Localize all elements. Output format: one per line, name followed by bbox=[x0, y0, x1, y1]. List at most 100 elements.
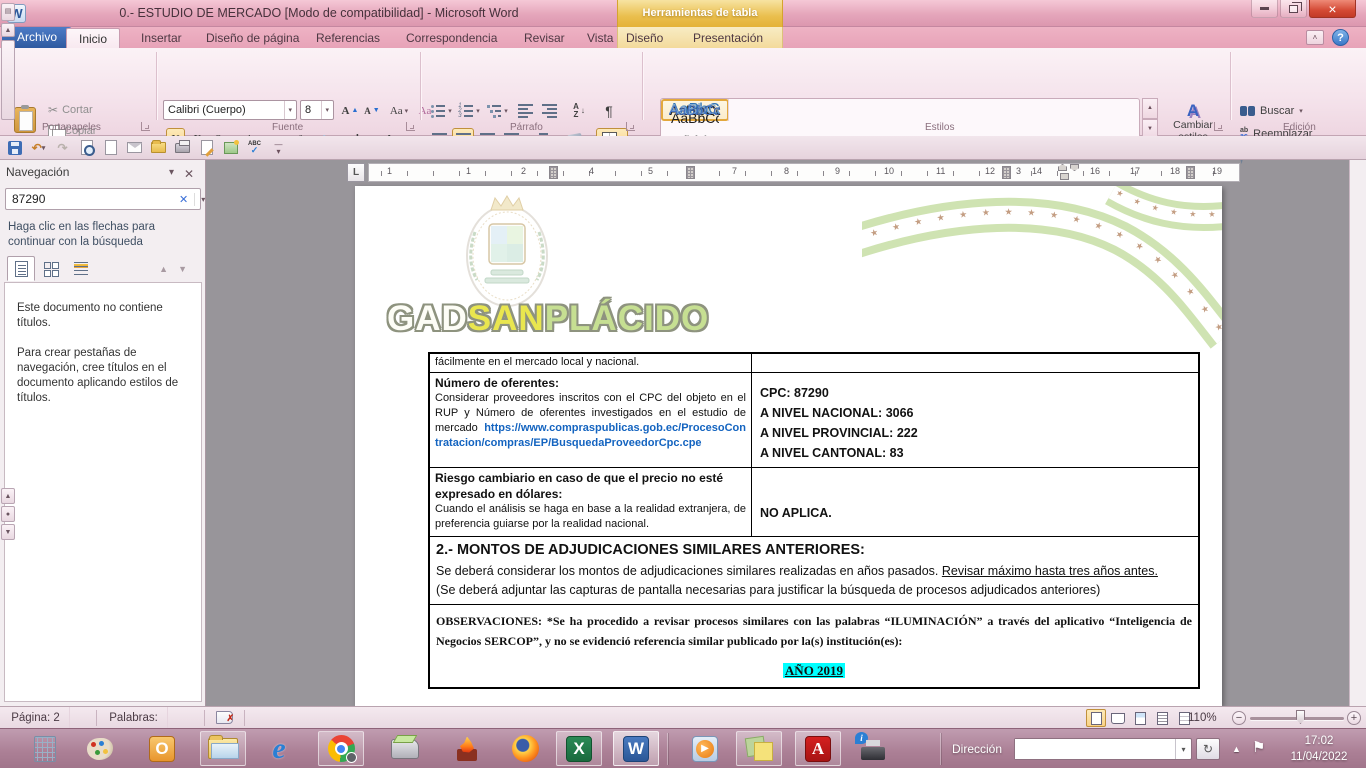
taskbar-excel[interactable]: X bbox=[556, 731, 602, 766]
taskbar-nero[interactable] bbox=[444, 731, 490, 766]
minimize-button[interactable] bbox=[1251, 0, 1278, 18]
ruler-column-marker[interactable] bbox=[1002, 166, 1011, 179]
font-name-combo[interactable]: Calibri (Cuerpo) ▾ bbox=[163, 100, 297, 120]
document-page[interactable]: ★ ★ ★ ★ ★ ★ ★ ★ ★ ★ ★ ★ ★ ★ ★ ★ ★ ★ ★ ★ … bbox=[355, 186, 1222, 706]
scrollbar-thumb[interactable] bbox=[1, 40, 15, 120]
styles-scroll-up[interactable]: ▲ bbox=[1142, 98, 1158, 119]
taskbar-chrome[interactable] bbox=[318, 731, 364, 766]
paragraph-dialog-launcher[interactable] bbox=[626, 122, 635, 131]
tab-inicio[interactable]: Inicio bbox=[66, 28, 120, 48]
taskbar-firefox[interactable] bbox=[502, 731, 548, 766]
minimize-ribbon-button[interactable]: ˄ bbox=[1306, 30, 1324, 45]
tab-diseno-tabla[interactable]: Diseño bbox=[626, 28, 663, 48]
word-count[interactable]: Palabras: 1.217 bbox=[100, 707, 168, 729]
address-refresh-button[interactable]: ↻ bbox=[1196, 738, 1220, 760]
zoom-out-button[interactable]: − bbox=[1232, 711, 1246, 725]
bullets-button[interactable]: ▾ bbox=[428, 100, 454, 121]
vertical-scrollbar[interactable] bbox=[1349, 160, 1366, 706]
view-ruler-toggle-button[interactable]: ▤ bbox=[1, 3, 15, 21]
address-input[interactable] bbox=[1015, 739, 1175, 759]
oferentes-cell[interactable]: Número de oferentes: Considerar proveedo… bbox=[430, 373, 752, 467]
taskbar-internet-explorer[interactable]: e bbox=[256, 731, 302, 766]
tab-stop-selector[interactable]: L bbox=[347, 163, 365, 182]
table-cell[interactable] bbox=[752, 354, 1198, 372]
tab-correspondencia[interactable]: Correspondencia bbox=[394, 28, 509, 48]
multilevel-list-button[interactable]: ▾ bbox=[484, 100, 510, 121]
quick-print-button[interactable] bbox=[174, 139, 191, 156]
taskbar-clock[interactable]: 17:02 11/04/2022 bbox=[1278, 733, 1360, 765]
email-button[interactable] bbox=[126, 139, 143, 156]
font-dialog-launcher[interactable] bbox=[406, 122, 415, 131]
oferentes-link[interactable]: https://www.compraspublicas.gob.ec/Proce… bbox=[435, 422, 746, 449]
browse-headings-tab[interactable] bbox=[7, 256, 35, 281]
pane-options-arrow[interactable]: ▾ bbox=[169, 167, 174, 178]
tab-presentacion[interactable]: Presentación bbox=[693, 28, 763, 48]
navigation-search-box[interactable]: ✕ ▾ bbox=[5, 188, 201, 210]
tab-insertar[interactable]: Insertar bbox=[129, 28, 194, 48]
taskbar-word[interactable]: W bbox=[613, 731, 659, 766]
taskbar-paint[interactable] bbox=[77, 731, 123, 766]
print-preview-button[interactable] bbox=[78, 139, 95, 156]
font-size-combo[interactable]: 8 ▾ bbox=[300, 100, 334, 120]
edit-button[interactable] bbox=[198, 139, 215, 156]
close-button[interactable]: × bbox=[1309, 0, 1356, 18]
scroll-up-arrow[interactable]: ▲ bbox=[1, 23, 15, 37]
ruler-column-marker[interactable] bbox=[1186, 166, 1195, 179]
print-layout-view-button[interactable] bbox=[1086, 709, 1106, 727]
pane-close-icon[interactable]: ✕ bbox=[184, 167, 194, 181]
taskbar-printer-info[interactable]: i bbox=[850, 731, 896, 766]
tab-diseno-pagina[interactable]: Diseño de página bbox=[194, 28, 311, 48]
observaciones-cell[interactable]: OBSERVACIONES: *Se ha procedido a revisa… bbox=[430, 605, 1198, 687]
taskbar-scanner[interactable] bbox=[382, 731, 428, 766]
cpc-cell[interactable]: CPC: 87290 A NIVEL NACIONAL: 3066 A NIVE… bbox=[752, 373, 1198, 467]
increase-indent-button[interactable] bbox=[538, 100, 560, 121]
numbering-button[interactable]: 123▾ bbox=[456, 100, 482, 121]
full-screen-reading-button[interactable] bbox=[1108, 709, 1128, 727]
decrease-indent-button[interactable] bbox=[514, 100, 536, 121]
browse-pages-tab[interactable] bbox=[37, 256, 65, 281]
tab-referencias[interactable]: Referencias bbox=[304, 28, 392, 48]
search-prev-next-arrows[interactable]: ▲▼ bbox=[159, 264, 197, 274]
undo-button[interactable]: ↶▾ bbox=[30, 139, 47, 156]
find-button[interactable]: Buscar▾ bbox=[1240, 101, 1303, 121]
horizontal-ruler[interactable] bbox=[368, 163, 1240, 182]
outline-view-button[interactable] bbox=[1152, 709, 1172, 727]
proofing-errors-icon[interactable] bbox=[216, 711, 233, 724]
search-clear-icon[interactable]: ✕ bbox=[173, 193, 195, 206]
ruler-column-marker[interactable] bbox=[549, 166, 558, 179]
open-button[interactable] bbox=[150, 139, 167, 156]
save-button[interactable] bbox=[6, 139, 23, 156]
address-combo-box[interactable]: ▾ bbox=[1014, 738, 1192, 760]
insert-picture-button[interactable] bbox=[222, 139, 239, 156]
next-page-button[interactable]: ▼ bbox=[1, 524, 15, 540]
riesgo-cell[interactable]: Riesgo cambiario en caso de que el preci… bbox=[430, 468, 752, 536]
tab-revisar[interactable]: Revisar bbox=[512, 28, 577, 48]
cut-button[interactable]: ✂ Cortar bbox=[48, 100, 93, 120]
redo-button[interactable]: ↷ bbox=[54, 139, 71, 156]
sort-button[interactable]: AZ ↓ bbox=[566, 100, 592, 121]
zoom-slider-thumb[interactable] bbox=[1296, 710, 1305, 724]
browse-results-tab[interactable] bbox=[67, 256, 95, 281]
taskbar-file-explorer[interactable] bbox=[200, 731, 246, 766]
indent-markers[interactable] bbox=[1058, 164, 1082, 181]
change-case-button[interactable]: Aa▾ bbox=[386, 100, 412, 121]
new-document-button[interactable] bbox=[102, 139, 119, 156]
search-options-arrow[interactable]: ▾ bbox=[195, 195, 211, 204]
styles-dialog-launcher[interactable] bbox=[1214, 122, 1223, 131]
help-button[interactable]: ? bbox=[1332, 29, 1349, 46]
spelling-button[interactable]: ABC✓ bbox=[246, 139, 263, 156]
zoom-percentage[interactable]: 110% bbox=[1188, 707, 1217, 729]
section2-cell[interactable]: 2.- MONTOS DE ADJUDICACIONES SIMILARES A… bbox=[430, 537, 1198, 604]
action-center-flag-icon[interactable]: ⚑ bbox=[1252, 738, 1265, 756]
restore-button[interactable] bbox=[1280, 0, 1307, 18]
show-hidden-icons-button[interactable]: ▲ bbox=[1232, 744, 1241, 754]
shrink-font-button[interactable]: A▼ bbox=[362, 100, 382, 121]
taskbar-media-player[interactable]: ▶ bbox=[682, 731, 728, 766]
taskbar-outlook[interactable]: O bbox=[139, 731, 185, 766]
table-cell[interactable]: fácilmente en el mercado local y naciona… bbox=[430, 354, 752, 372]
taskbar-calculator[interactable] bbox=[22, 731, 68, 766]
zoom-in-button[interactable]: + bbox=[1347, 711, 1361, 725]
previous-page-button[interactable]: ▲ bbox=[1, 488, 15, 504]
page-indicator[interactable]: Página: 2 de 8 bbox=[2, 707, 70, 729]
grow-font-button[interactable]: A▲ bbox=[340, 100, 360, 121]
